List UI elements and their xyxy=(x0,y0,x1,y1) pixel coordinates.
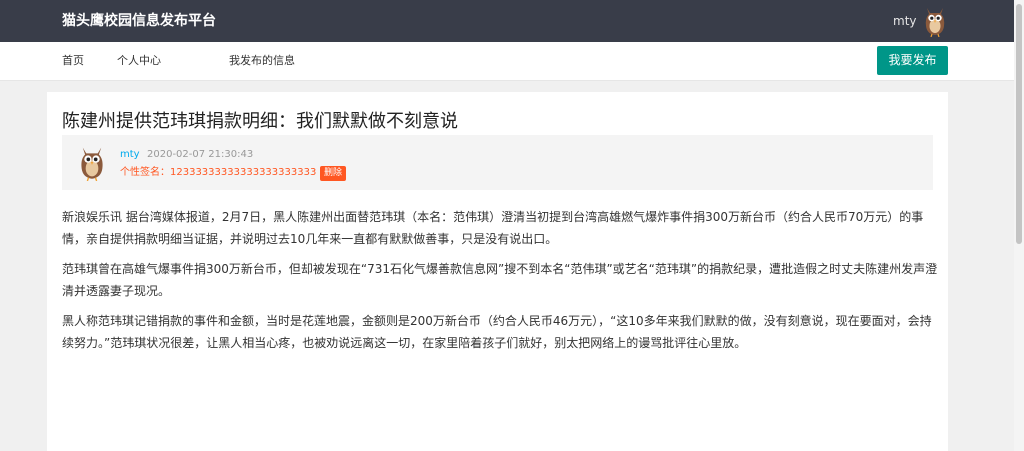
article-title: 陈建州提供范玮琪捐款明细：我们默默做不刻意说 xyxy=(62,111,458,132)
publish-time: 2020-02-07 21:30:43 xyxy=(147,149,254,160)
article-body: 新浪娱乐讯 据台湾媒体报道，2月7日，黑人陈建州出面替范玮琪（本名：范伟琪）澄清… xyxy=(62,206,940,362)
delete-button[interactable]: 删除 xyxy=(320,166,347,181)
author-name[interactable]: mty xyxy=(120,148,140,161)
nav-my-posts[interactable]: 我发布的信息 xyxy=(229,54,295,68)
top-bar: 猫头鹰校园信息发布平台 mty xyxy=(0,0,1024,42)
sub-navigation: 首页 个人中心 我发布的信息 我要发布 xyxy=(0,42,1024,81)
author-info: mty 2020-02-07 21:30:43 个性签名：12333333333… xyxy=(62,135,933,190)
page-scrollbar[interactable] xyxy=(1014,0,1024,451)
article-paragraph: 范玮琪曾在高雄气爆事件捐300万新台币，但却被发现在“731石化气爆善款信息网”… xyxy=(62,262,938,298)
scrollbar-thumb[interactable] xyxy=(1016,4,1022,244)
publish-button[interactable]: 我要发布 xyxy=(877,46,948,75)
nav-home[interactable]: 首页 xyxy=(62,54,84,68)
article-card: 陈建州提供范玮琪捐款明细：我们默默做不刻意说 mty 2020-02-07 21… xyxy=(47,92,948,451)
current-username[interactable]: mty xyxy=(893,13,917,29)
owl-icon[interactable] xyxy=(924,4,946,37)
author-signature: 个性签名：12333333333333333333333 xyxy=(120,167,317,178)
avatar[interactable] xyxy=(77,143,107,181)
article-paragraph: 新浪娱乐讯 据台湾媒体报道，2月7日，黑人陈建州出面替范玮琪（本名：范伟琪）澄清… xyxy=(62,210,924,246)
article-paragraph: 黑人称范玮琪记错捐款的事件和金额，当时是花莲地震，金额则是200万新台币（约合人… xyxy=(62,314,932,350)
site-brand[interactable]: 猫头鹰校园信息发布平台 xyxy=(62,12,216,30)
nav-profile[interactable]: 个人中心 xyxy=(117,54,161,68)
